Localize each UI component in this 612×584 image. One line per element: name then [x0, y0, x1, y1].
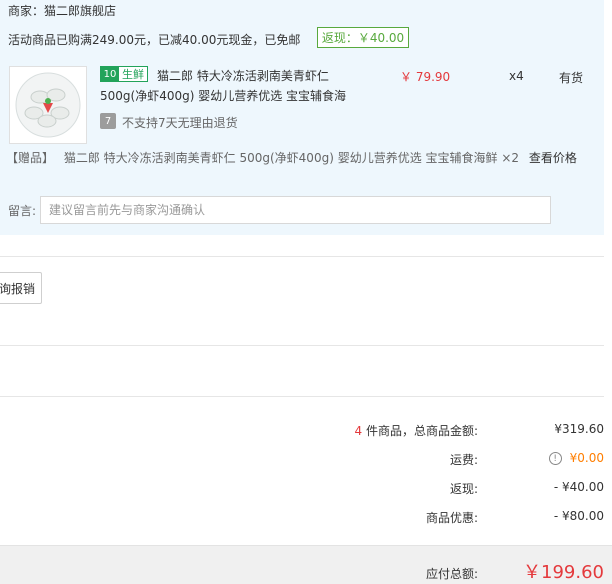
shipping-row: ! ¥0.00 [548, 451, 604, 465]
promo-text: 活动商品已购满249.00元，已减40.00元现金，已免邮 [8, 33, 301, 47]
view-price-link[interactable]: 查看价格 [529, 151, 577, 165]
shipping-value: ¥0.00 [569, 451, 604, 465]
returns-badge: 返现：￥40.00 [317, 27, 409, 48]
shipping-label: 运费: [449, 453, 478, 467]
merchant-name[interactable]: 猫二郎旗舰店 [44, 4, 116, 18]
product-stock: 有货 [559, 71, 584, 85]
report-button[interactable]: 询报销 [0, 272, 42, 304]
discount-value: - ¥80.00 [553, 509, 604, 523]
no-return-icon: 7 [100, 113, 116, 129]
note-input[interactable] [40, 196, 551, 224]
divider [0, 396, 604, 397]
product-title-line2[interactable]: 500g(净虾400g) 婴幼儿营养优选 宝宝辅食海 [100, 87, 346, 104]
divider [0, 345, 604, 346]
cashback-value: - ¥40.00 [553, 480, 604, 494]
fresh-label: 生鲜 [122, 68, 144, 81]
fresh-icon: 10 [101, 66, 119, 82]
payable-amount: ￥199.60 [523, 562, 604, 583]
item-count: 4 [354, 424, 363, 438]
footer-bar: 应付总额: ￥199.60 [0, 545, 612, 584]
gift-text: 猫二郎 特大冷冻活剥南美青虾仁 500g(净虾400g) 婴幼儿营养优选 宝宝辅… [63, 151, 520, 165]
summary-total: ¥319.60 [554, 422, 604, 436]
item-count-label: 件商品，总商品金额: [365, 424, 478, 438]
return-policy: 不支持7天无理由退货 [122, 116, 238, 130]
summary-count-row: 4 件商品，总商品金额: [354, 422, 478, 439]
merchant-label: 商家： [8, 4, 45, 18]
gift-row: 【赠品】 猫二郎 特大冷冻活剥南美青虾仁 500g(净虾400g) 婴幼儿营养优… [6, 149, 577, 166]
product-image[interactable] [9, 66, 87, 144]
gift-label: 【赠品】 [6, 151, 55, 165]
info-icon[interactable]: ! [548, 452, 562, 465]
divider [0, 256, 604, 257]
fresh-tag: 10 生鲜 [100, 66, 148, 82]
cashback-label: 返现: [449, 482, 478, 496]
merchant-row: 商家：猫二郎旗舰店 [8, 2, 116, 19]
note-label: 留言: [8, 204, 37, 218]
product-quantity: x4 [509, 69, 524, 83]
discount-label: 商品优惠: [425, 511, 478, 525]
product-title-line1[interactable]: 猫二郎 特大冷冻活剥南美青虾仁 [157, 67, 329, 84]
shrimp-image-icon [15, 72, 81, 138]
product-price: ￥ 79.90 [400, 70, 451, 84]
payable-label: 应付总额: [425, 567, 478, 581]
